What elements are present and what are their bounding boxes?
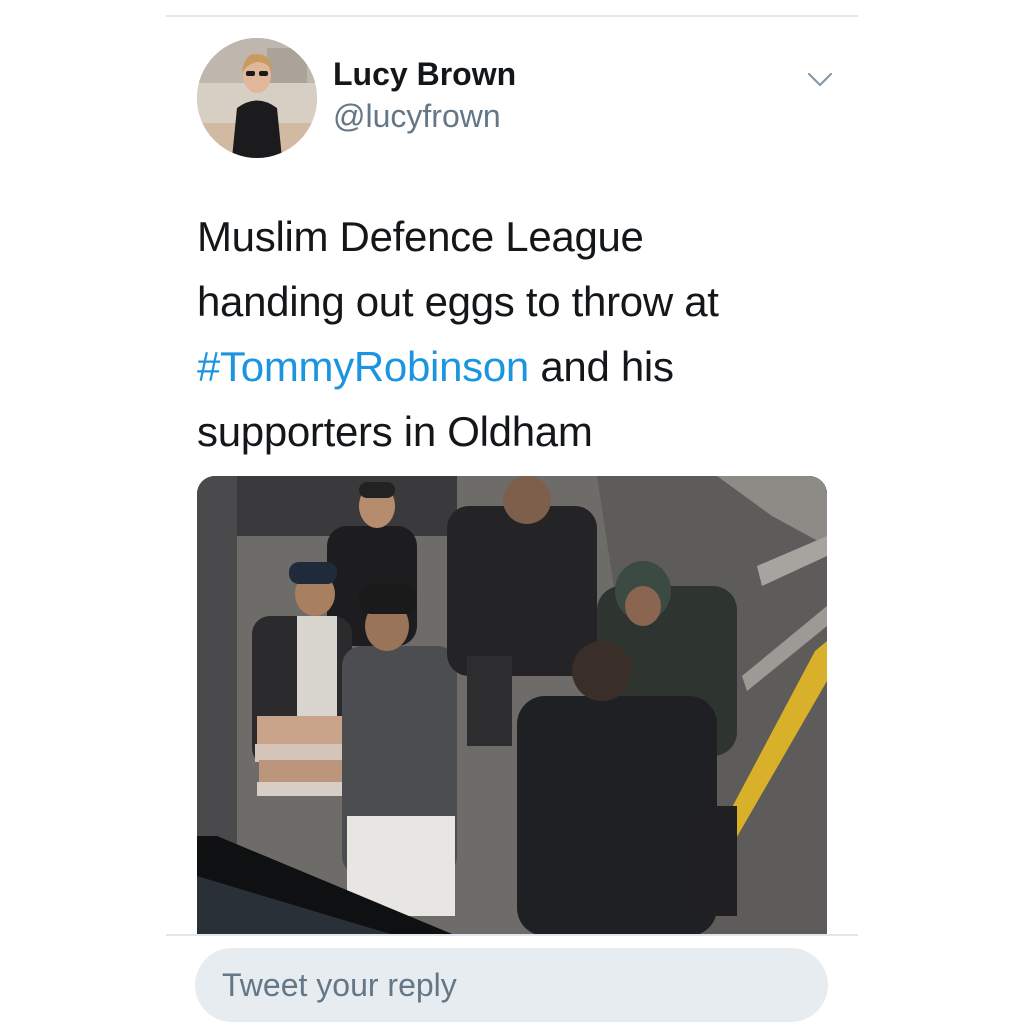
avatar-photo (197, 38, 317, 158)
reply-input[interactable]: Tweet your reply (195, 948, 828, 1022)
reply-placeholder: Tweet your reply (222, 967, 457, 1003)
hashtag-link[interactable]: #TommyRobinson (197, 343, 529, 390)
display-name[interactable]: Lucy Brown (333, 56, 516, 93)
chevron-down-icon[interactable] (806, 68, 834, 90)
top-divider (166, 15, 858, 17)
avatar[interactable] (197, 38, 317, 158)
tweet-line: supporters in Oldham (197, 408, 593, 455)
tweet-media-photo[interactable] (197, 476, 827, 936)
tweet-line: Muslim Defence League (197, 213, 644, 260)
tweet-line: #TommyRobinson and his (197, 343, 674, 390)
user-handle[interactable]: @lucyfrown (333, 98, 501, 135)
tweet-line: handing out eggs to throw at (197, 278, 719, 325)
tweet-text: Muslim Defence League handing out eggs t… (197, 204, 837, 464)
bottom-divider (166, 934, 858, 936)
